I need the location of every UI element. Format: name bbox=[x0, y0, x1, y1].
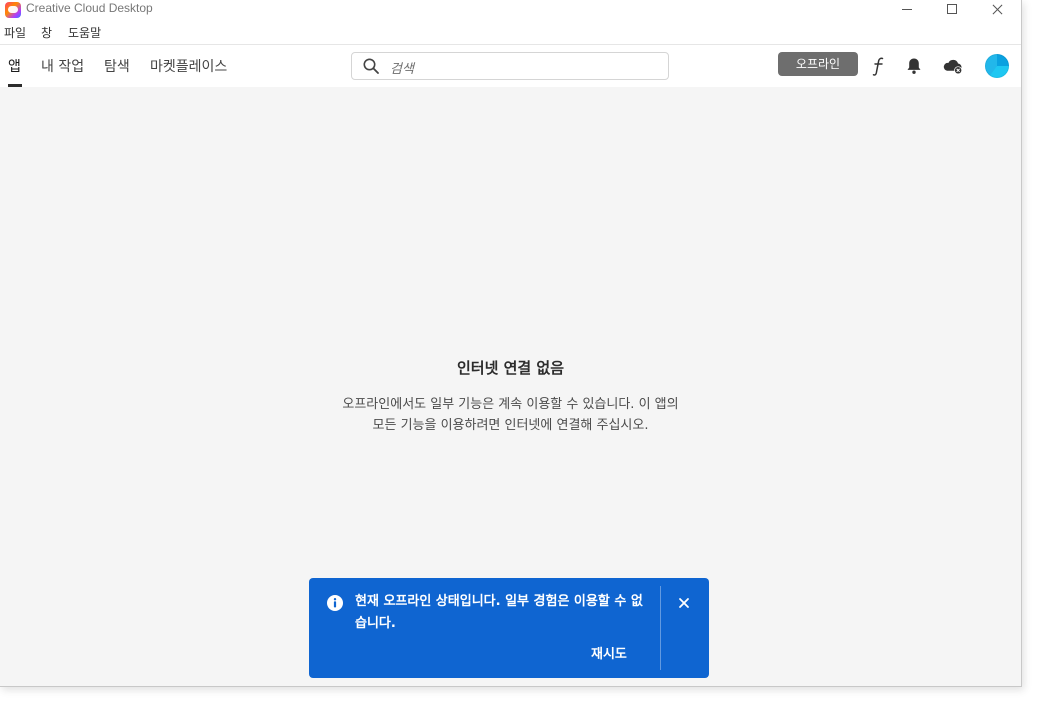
fonts-icon[interactable] bbox=[867, 54, 891, 78]
info-icon bbox=[327, 595, 343, 611]
bell-icon[interactable] bbox=[902, 54, 926, 78]
menu-help[interactable]: 도움말 bbox=[68, 24, 101, 41]
toast-message: 현재 오프라인 상태입니다. 일부 경험은 이용할 수 없습니다. bbox=[355, 594, 643, 631]
tab-marketplace[interactable]: 마켓플레이스 bbox=[150, 56, 227, 76]
creative-cloud-logo-icon bbox=[5, 2, 21, 18]
tab-discover[interactable]: 탐색 bbox=[104, 56, 130, 76]
offline-status-badge[interactable]: 오프라인 bbox=[778, 52, 858, 76]
tab-my-work[interactable]: 내 작업 bbox=[41, 56, 84, 76]
tab-apps[interactable]: 앱 bbox=[8, 56, 21, 76]
avatar[interactable] bbox=[985, 54, 1009, 78]
close-icon[interactable] bbox=[675, 594, 693, 612]
empty-state-line-1: 오프라인에서도 일부 기능은 계속 이용할 수 있습니다. 이 앱의 bbox=[342, 397, 679, 412]
retry-button[interactable]: 재시도 bbox=[591, 643, 627, 662]
minimize-button[interactable] bbox=[884, 0, 930, 20]
close-window-button[interactable] bbox=[974, 0, 1020, 20]
window-title: Creative Cloud Desktop bbox=[26, 1, 153, 15]
empty-state-title: 인터넷 연결 없음 bbox=[456, 359, 565, 377]
search-input[interactable]: 검색 bbox=[351, 52, 669, 80]
menu-file[interactable]: 파일 bbox=[4, 24, 26, 41]
empty-state-line-2: 모든 기능을 이용하려면 인터넷에 연결해 주십시오. bbox=[372, 418, 649, 433]
empty-state-description: 오프라인에서도 일부 기능은 계속 이용할 수 있습니다. 이 앱의 모든 기능… bbox=[0, 394, 1021, 436]
cloud-offline-icon[interactable] bbox=[941, 54, 965, 78]
nav-bar: 앱 내 작업 탐색 마켓플레이스 검색 오프라인 bbox=[0, 44, 1021, 88]
maximize-button[interactable] bbox=[929, 0, 975, 20]
title-bar: Creative Cloud Desktop bbox=[0, 0, 1021, 20]
offline-toast: 현재 오프라인 상태입니다. 일부 경험은 이용할 수 없습니다. 재시도 bbox=[309, 578, 709, 678]
search-icon bbox=[363, 58, 379, 74]
search-placeholder: 검색 bbox=[390, 62, 414, 77]
toast-divider bbox=[660, 586, 661, 670]
menu-window[interactable]: 창 bbox=[41, 24, 52, 41]
